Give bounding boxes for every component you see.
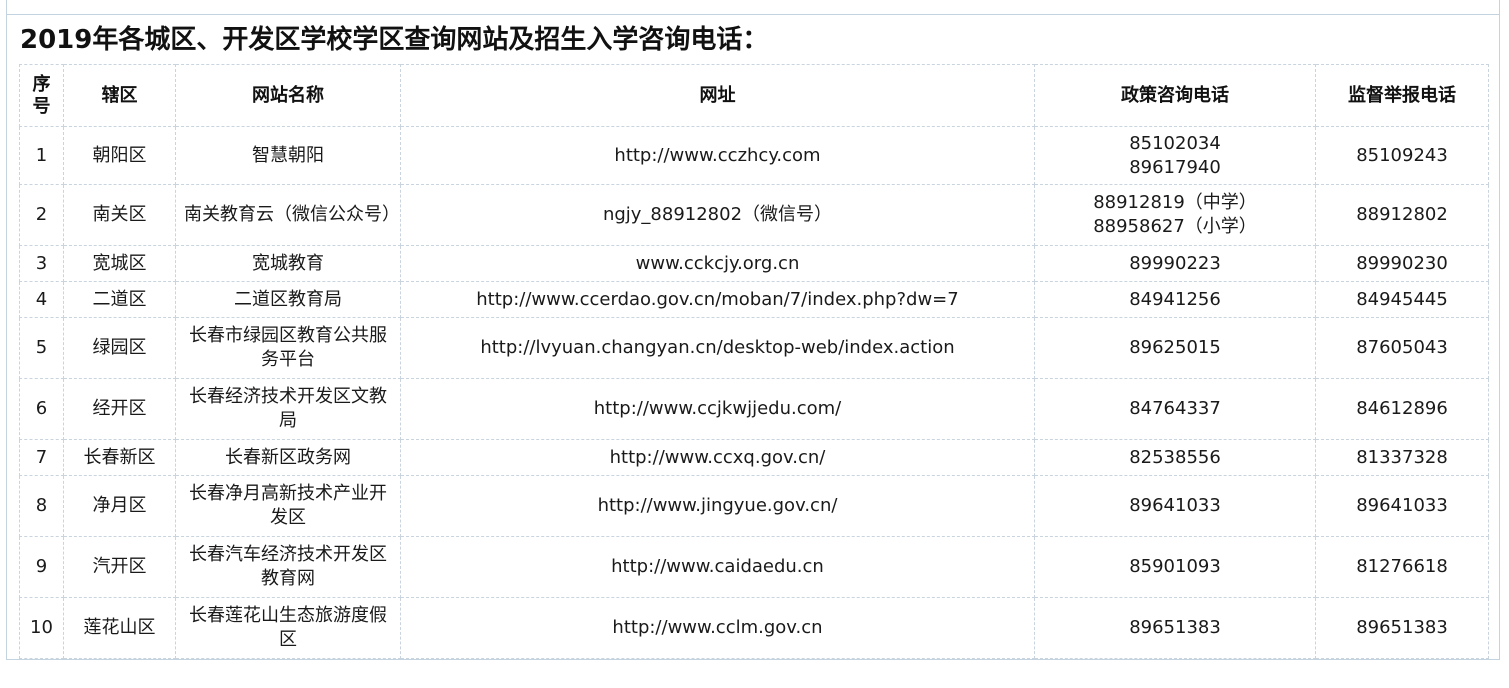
row-url: www.cckcjy.org.cn xyxy=(400,245,1035,282)
row-number: 7 xyxy=(19,439,64,476)
header-serial-number: 序 号 xyxy=(19,64,64,127)
school-district-table-container: 序 号 辖区 网站名称 网址 政策咨询电话 监督举报电话 1 朝阳区 智慧朝阳 … xyxy=(19,64,1489,659)
row-report-phone: 87605043 xyxy=(1315,317,1489,379)
table-row: 4 二道区 二道区教育局 http://www.ccerdao.gov.cn/m… xyxy=(19,281,1489,318)
table-row: 5 绿园区 长春市绿园区教育公共服务平台 http://lvyuan.chang… xyxy=(19,317,1489,379)
row-policy-phone: 89651383 xyxy=(1034,597,1316,659)
table-row: 9 汽开区 长春汽车经济技术开发区教育网 http://www.caidaedu… xyxy=(19,536,1489,598)
policy-phone-line: 85102034 xyxy=(1129,132,1221,154)
row-url: http://www.ccjkwjjedu.com/ xyxy=(400,378,1035,440)
page-top-border xyxy=(6,0,1500,14)
row-district: 净月区 xyxy=(63,475,176,537)
row-site-name: 长春净月高新技术产业开发区 xyxy=(175,475,401,537)
row-url: http://www.caidaedu.cn xyxy=(400,536,1035,598)
row-district: 汽开区 xyxy=(63,536,176,598)
row-url: ngjy_88912802（微信号） xyxy=(400,184,1035,246)
header-serial-line2: 号 xyxy=(32,95,51,117)
page-title: 2019年各城区、开发区学校学区查询网站及招生入学咨询电话： xyxy=(20,25,769,55)
row-policy-phone: 89625015 xyxy=(1034,317,1316,379)
row-report-phone: 84612896 xyxy=(1315,378,1489,440)
header-report-phone: 监督举报电话 xyxy=(1315,64,1489,127)
row-report-phone: 81276618 xyxy=(1315,536,1489,598)
policy-phone-line: 88912819（中学） xyxy=(1093,192,1257,213)
row-url: http://www.jingyue.gov.cn/ xyxy=(400,475,1035,537)
row-report-phone: 84945445 xyxy=(1315,281,1489,318)
row-number: 5 xyxy=(19,317,64,379)
header-serial-line1: 序 xyxy=(32,73,51,95)
row-url: http://www.ccerdao.gov.cn/moban/7/index.… xyxy=(400,281,1035,318)
policy-phone-line: 88958627（小学） xyxy=(1093,216,1257,237)
header-policy-phone: 政策咨询电话 xyxy=(1034,64,1316,127)
row-district: 宽城区 xyxy=(63,245,176,282)
row-district: 莲花山区 xyxy=(63,597,176,659)
row-report-phone: 85109243 xyxy=(1315,126,1489,185)
table-row: 2 南关区 南关教育云（微信公众号） ngjy_88912802（微信号） 88… xyxy=(19,184,1489,246)
row-site-name: 长春经济技术开发区文教局 xyxy=(175,378,401,440)
row-site-name: 南关教育云（微信公众号） xyxy=(175,184,401,246)
row-site-name: 智慧朝阳 xyxy=(175,126,401,185)
table-row: 1 朝阳区 智慧朝阳 http://www.cczhcy.com 8510203… xyxy=(19,126,1489,185)
row-district: 二道区 xyxy=(63,281,176,318)
row-number: 3 xyxy=(19,245,64,282)
row-policy-phone: 89641033 xyxy=(1034,475,1316,537)
row-site-name: 长春莲花山生态旅游度假区 xyxy=(175,597,401,659)
row-site-name: 宽城教育 xyxy=(175,245,401,282)
row-policy-phone: 84941256 xyxy=(1034,281,1316,318)
row-district: 朝阳区 xyxy=(63,126,176,185)
row-number: 9 xyxy=(19,536,64,598)
row-policy-phone: 82538556 xyxy=(1034,439,1316,476)
table-row: 7 长春新区 长春新区政务网 http://www.ccxq.gov.cn/ 8… xyxy=(19,439,1489,476)
school-district-table: 序 号 辖区 网站名称 网址 政策咨询电话 监督举报电话 1 朝阳区 智慧朝阳 … xyxy=(19,64,1489,659)
row-number: 2 xyxy=(19,184,64,246)
row-url: http://www.cczhcy.com xyxy=(400,126,1035,185)
row-report-phone: 81337328 xyxy=(1315,439,1489,476)
table-row: 6 经开区 长春经济技术开发区文教局 http://www.ccjkwjjedu… xyxy=(19,378,1489,440)
row-site-name: 长春汽车经济技术开发区教育网 xyxy=(175,536,401,598)
row-report-phone: 89990230 xyxy=(1315,245,1489,282)
row-site-name: 长春新区政务网 xyxy=(175,439,401,476)
row-url: http://lvyuan.changyan.cn/desktop-web/in… xyxy=(400,317,1035,379)
row-policy-phone: 89990223 xyxy=(1034,245,1316,282)
table-header-row: 序 号 辖区 网站名称 网址 政策咨询电话 监督举报电话 xyxy=(19,64,1489,127)
row-url: http://www.cclm.gov.cn xyxy=(400,597,1035,659)
table-row: 8 净月区 长春净月高新技术产业开发区 http://www.jingyue.g… xyxy=(19,475,1489,537)
header-url: 网址 xyxy=(400,64,1035,127)
row-report-phone: 89651383 xyxy=(1315,597,1489,659)
row-number: 8 xyxy=(19,475,64,537)
row-number: 4 xyxy=(19,281,64,318)
policy-phone-line: 89617940 xyxy=(1129,156,1221,178)
row-district: 南关区 xyxy=(63,184,176,246)
row-number: 1 xyxy=(19,126,64,185)
header-site-name: 网站名称 xyxy=(175,64,401,127)
row-site-name: 长春市绿园区教育公共服务平台 xyxy=(175,317,401,379)
row-district: 绿园区 xyxy=(63,317,176,379)
row-policy-phone: 85102034 89617940 xyxy=(1034,126,1316,185)
row-district: 长春新区 xyxy=(63,439,176,476)
row-report-phone: 89641033 xyxy=(1315,475,1489,537)
row-district: 经开区 xyxy=(63,378,176,440)
row-policy-phone: 85901093 xyxy=(1034,536,1316,598)
table-row: 3 宽城区 宽城教育 www.cckcjy.org.cn 89990223 89… xyxy=(19,245,1489,282)
row-report-phone: 88912802 xyxy=(1315,184,1489,246)
table-row: 10 莲花山区 长春莲花山生态旅游度假区 http://www.cclm.gov… xyxy=(19,597,1489,659)
row-number: 10 xyxy=(19,597,64,659)
header-district: 辖区 xyxy=(63,64,176,127)
row-policy-phone: 88912819（中学） 88958627（小学） xyxy=(1034,184,1316,246)
row-url: http://www.ccxq.gov.cn/ xyxy=(400,439,1035,476)
row-policy-phone: 84764337 xyxy=(1034,378,1316,440)
row-site-name: 二道区教育局 xyxy=(175,281,401,318)
row-number: 6 xyxy=(19,378,64,440)
